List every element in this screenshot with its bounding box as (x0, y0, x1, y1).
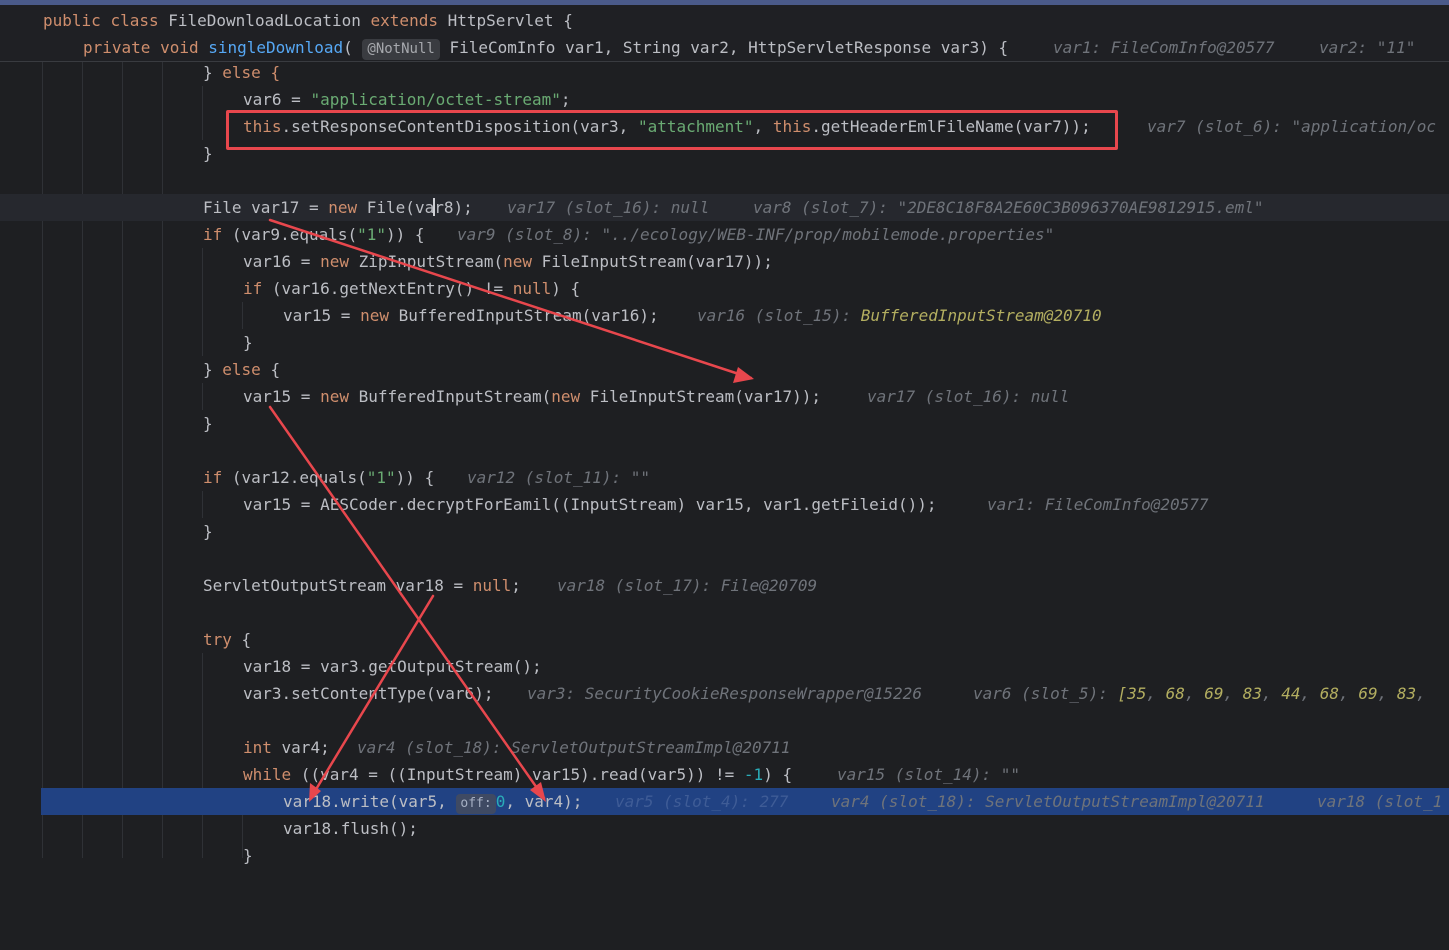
inline-value-hint: var12 (slot_11): "" (467, 468, 651, 487)
code-line[interactable]: var16 = new ZipInputStream(new FileInput… (0, 248, 1449, 275)
code-line[interactable]: var3.setContentType(var6); var3: Securit… (0, 680, 1449, 707)
inline-value-hint: var4 (slot_18): ServletOutputStreamImpl@… (831, 792, 1265, 811)
inline-value-hint: var16 (slot_15): BufferedInputStream@207… (697, 306, 1102, 325)
inline-value-hint: var7 (slot_6): "application/oc (1147, 117, 1436, 136)
code-line[interactable]: if (var9.equals("1")) { var9 (slot_8): "… (0, 221, 1449, 248)
inline-value-hint: var4 (slot_18): ServletOutputStreamImpl@… (357, 738, 791, 757)
class-name: FileDownloadLocation (158, 11, 371, 30)
code-line[interactable]: var15 = new BufferedInputStream(var16); … (0, 302, 1449, 329)
inline-value-hint: var17 (slot_16): null (507, 198, 710, 217)
code-line[interactable]: } (0, 518, 1449, 545)
parent-class: HttpServlet { (437, 11, 573, 30)
current-caret-line[interactable]: File var17 = new File(var8); var17 (slot… (0, 194, 1449, 221)
highlight-box (226, 110, 1118, 150)
inline-value-hint: var18 (slot_17): File@20709 (557, 576, 818, 595)
parameter-name-hint: off: (456, 794, 496, 814)
code-line[interactable]: if (var12.equals("1")) { var12 (slot_11)… (0, 464, 1449, 491)
sticky-scope-header: public class FileDownloadLocation extend… (0, 5, 1449, 62)
keyword: extends (370, 11, 438, 30)
code-line[interactable]: try { (0, 626, 1449, 653)
sticky-class-line[interactable]: public class FileDownloadLocation extend… (0, 7, 1449, 34)
inline-value-hint: var6 (slot_5): [35, 68, 69, 83, 44, 68, … (973, 684, 1436, 703)
inline-value-hint: var1: FileComInfo@20577 (987, 495, 1209, 514)
inline-value-hint: var8 (slot_7): "2DE8C18F8A2E60C3B096370A… (753, 198, 1264, 217)
inline-value-hint: var5 (slot_4): 277 (615, 792, 789, 811)
method-params: FileComInfo var1, String var2, HttpServl… (449, 38, 1009, 57)
inline-value-hint: var2: "11" (1319, 38, 1416, 57)
execution-point-line[interactable]: var18.write(var5, off: 0, var4); var5 (sl… (41, 788, 1449, 815)
inline-value-hint: var18 (slot_1 (1317, 792, 1443, 811)
code-line[interactable]: var6 = "application/octet-stream"; (0, 86, 1449, 113)
code-line[interactable]: var15 = new BufferedInputStream(new File… (0, 383, 1449, 410)
inline-value-hint: var9 (slot_8): "../ecology/WEB-INF/prop/… (457, 225, 1055, 244)
sticky-method-line[interactable]: private void singleDownload( @NotNull Fi… (0, 34, 1449, 61)
inline-value-hint: var3: SecurityCookieResponseWrapper@1522… (527, 684, 922, 703)
code-line[interactable]: var15 = AESCoder.decryptForEamil((InputS… (0, 491, 1449, 518)
code-editor[interactable]: public class FileDownloadLocation extend… (0, 0, 1449, 865)
keyword: void (160, 38, 199, 57)
code-line[interactable]: } else { (0, 356, 1449, 383)
notnull-annotation: @NotNull (362, 39, 440, 60)
method-name: singleDownload (208, 38, 344, 57)
code-line[interactable]: } (0, 842, 1449, 869)
code-line[interactable]: while ((var4 = ((InputStream) var15).rea… (0, 761, 1449, 788)
code-line[interactable]: } (0, 329, 1449, 356)
keyword: private (83, 38, 151, 57)
inline-value-hint: var1: FileComInfo@20577 (1053, 38, 1275, 57)
code-line[interactable]: ServletOutputStream var18 = null; var18 … (0, 572, 1449, 599)
code-line[interactable]: if (var16.getNextEntry() != null) { (0, 275, 1449, 302)
inline-value-hint: var17 (slot_16): null (867, 387, 1070, 406)
keyword: class (110, 11, 159, 30)
code-line[interactable]: var18 = var3.getOutputStream(); (0, 653, 1449, 680)
inline-value-hint: var15 (slot_14): "" (837, 765, 1021, 784)
code-line[interactable]: int var4; var4 (slot_18): ServletOutputS… (0, 734, 1449, 761)
code-line[interactable]: } else { (0, 59, 1449, 86)
code-line[interactable]: var18.flush(); (0, 815, 1449, 842)
keyword: public (43, 11, 101, 30)
code-line[interactable]: } (0, 410, 1449, 437)
